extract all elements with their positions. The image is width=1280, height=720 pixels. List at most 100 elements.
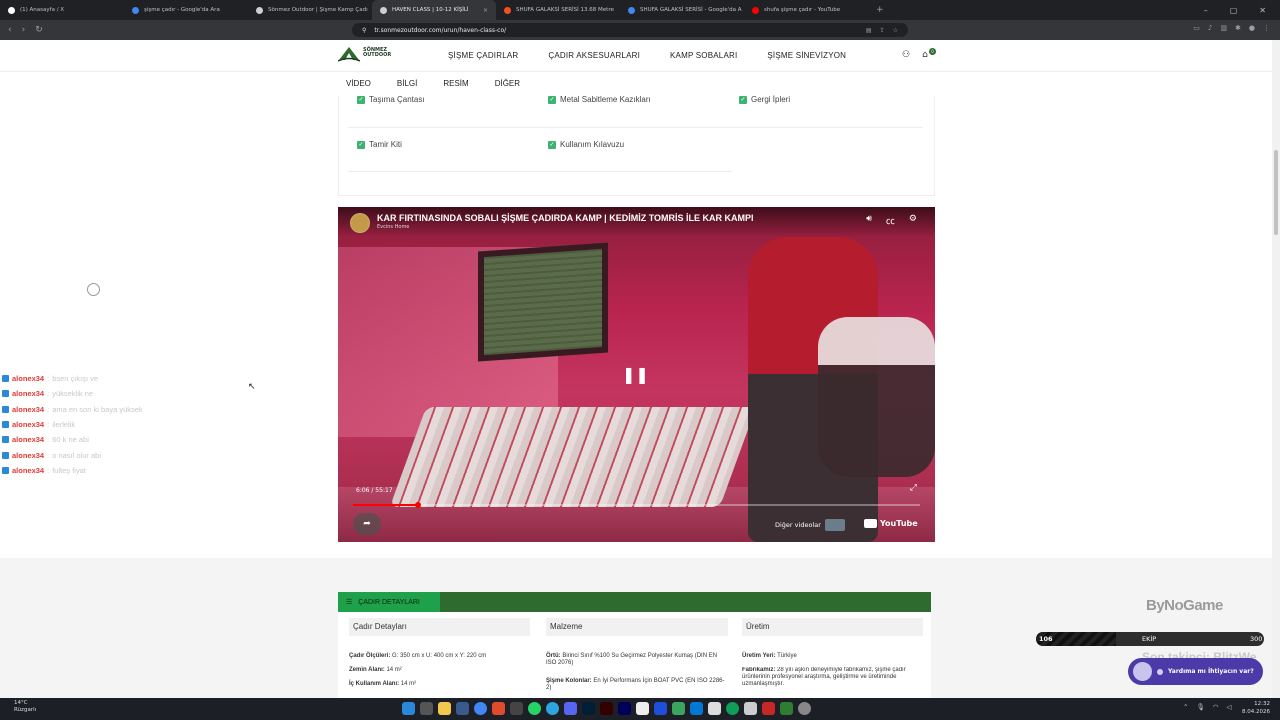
weather-widget[interactable]: 14°C Rüzgarlı xyxy=(14,700,36,714)
cart-icon[interactable]: ⌂ xyxy=(922,50,928,60)
obs-icon[interactable] xyxy=(636,702,649,715)
edge-icon[interactable] xyxy=(726,702,739,715)
new-tab-button[interactable]: + xyxy=(868,5,892,15)
nav-sisme-sinevizyon[interactable]: ŞİŞME SİNEVİZYON xyxy=(767,51,846,60)
subnav-bilgi[interactable]: BİLGİ xyxy=(397,79,417,88)
discord-icon[interactable] xyxy=(564,702,577,715)
menu-icon[interactable]: ⋮ xyxy=(1263,24,1270,32)
video-title[interactable]: KAR FIRTINASINDA SOBALI ŞİŞME ÇADIRDA KA… xyxy=(377,213,754,223)
subnav-diger[interactable]: DİĞER xyxy=(495,79,520,88)
recorder-icon[interactable] xyxy=(762,702,775,715)
mic-icon[interactable]: 🎙︎ xyxy=(1196,703,1204,711)
accessory-label: Metal Sabitleme Kazıkları xyxy=(560,95,651,104)
music-icon[interactable]: ♪ xyxy=(1208,24,1212,32)
share-icon[interactable]: ⇪ xyxy=(880,27,885,34)
chrome-icon[interactable] xyxy=(474,702,487,715)
help-chat-button[interactable]: Yardıma mı İhtiyacın var? xyxy=(1128,658,1263,685)
speaker-icon[interactable]: ◁ xyxy=(1226,703,1231,711)
minimize-icon[interactable]: – xyxy=(1204,6,1208,15)
address-bar[interactable]: ⚲ tr.sonmezoutdoor.com/urun/haven-class-… xyxy=(352,23,908,37)
nav-sisme-cadirlar[interactable]: ŞİŞME ÇADIRLAR xyxy=(448,51,518,60)
page-icon[interactable]: ▤ xyxy=(866,27,872,34)
fullscreen-icon[interactable]: ⤢ xyxy=(910,483,917,493)
browser-tab[interactable]: shufa şişme çadır - YouTube xyxy=(744,0,868,20)
profile-icon[interactable]: ● xyxy=(1249,24,1255,32)
nav-kamp-sobalari[interactable]: KAMP SOBALARI xyxy=(670,51,737,60)
close-tab-icon[interactable]: × xyxy=(483,7,488,14)
wifi-icon[interactable]: ◠ xyxy=(1213,703,1219,711)
task-view-icon[interactable] xyxy=(420,702,433,715)
share-arrow-icon[interactable]: ➦ xyxy=(353,513,381,535)
browser-tab[interactable]: şişme çadır - Google'da Ara xyxy=(124,0,248,20)
browser-tab[interactable]: SHUFA GALAKSİ SERİSİ - Google'da A xyxy=(620,0,744,20)
store-icon[interactable] xyxy=(456,702,469,715)
terminal-icon[interactable] xyxy=(744,702,757,715)
url-text: tr.sonmezoutdoor.com/urun/haven-class-co… xyxy=(374,26,507,34)
taskbar-clock[interactable]: 12:32 8.04.2026 xyxy=(1242,700,1270,716)
browser-tab[interactable]: HAVEN CLASS | 10-12 KİŞİLİ × xyxy=(372,0,496,20)
subnav-resim[interactable]: RESİM xyxy=(443,79,468,88)
youtube-logo[interactable]: YouTube xyxy=(864,519,918,528)
taskbar-apps xyxy=(402,702,811,715)
brave-icon[interactable] xyxy=(492,702,505,715)
channel-name[interactable]: Evcins Home xyxy=(377,224,409,230)
browser-tab-label: (1) Anasayfa / X xyxy=(20,7,65,13)
capcut-icon[interactable] xyxy=(654,702,667,715)
video-progress-bar[interactable] xyxy=(353,504,920,506)
weather-desc: Rüzgarlı xyxy=(14,707,37,713)
chat-username: alonex34 xyxy=(12,374,45,384)
browser-tab[interactable]: SHUFA GALAKSİ SERİSİ 13.68 Metre xyxy=(496,0,620,20)
tray-chevron-icon[interactable]: ⌃ xyxy=(1183,703,1188,711)
site-logo[interactable]: SÖNMEZ OUTDOOR xyxy=(338,44,391,62)
accessory-item: ✓ Tamir Kiti xyxy=(357,140,402,149)
telegram-icon[interactable] xyxy=(546,702,559,715)
checkbox-icon: ✓ xyxy=(548,140,556,149)
forward-icon[interactable]: › xyxy=(22,25,26,35)
details-tab[interactable]: ☰ ÇADIR DETAYLARI xyxy=(338,592,440,612)
scrollbar-thumb[interactable] xyxy=(1274,150,1278,235)
more-videos-button[interactable]: Diğer videolar xyxy=(775,519,845,531)
page-scrollbar[interactable] xyxy=(1272,40,1280,698)
settings-icon[interactable] xyxy=(798,702,811,715)
chat-line: alonex34: o nasıl olur abi xyxy=(2,447,143,462)
checkbox-icon: ✓ xyxy=(357,140,365,149)
photoshop-icon[interactable] xyxy=(582,702,595,715)
whatsapp-icon[interactable] xyxy=(528,702,541,715)
browser-tab[interactable]: (1) Anasayfa / X xyxy=(0,0,124,20)
pause-icon[interactable]: ❚❚ xyxy=(622,365,649,384)
reload-icon[interactable]: ↻ xyxy=(35,25,43,35)
subnav-video[interactable]: VİDEO xyxy=(346,79,371,88)
github-icon[interactable] xyxy=(510,702,523,715)
extensions-icon[interactable]: ✱ xyxy=(1235,24,1241,32)
online-status-icon xyxy=(1157,668,1163,675)
sidebar-icon[interactable]: ▥ xyxy=(1220,24,1227,32)
nav-cadir-aksesuarlari[interactable]: ÇADIR AKSESUARLARI xyxy=(548,51,640,60)
shield-icon[interactable] xyxy=(672,702,685,715)
start-windows-icon[interactable] xyxy=(402,702,415,715)
captions-icon[interactable]: ㏄ xyxy=(886,214,895,227)
nvidia-icon[interactable] xyxy=(780,702,793,715)
cast-icon[interactable]: ▭ xyxy=(1193,24,1200,32)
chat-platform-icon xyxy=(2,451,9,459)
accessory-label: Kullanım Kılavuzu xyxy=(560,140,625,149)
mouse-cursor-icon: ↖ xyxy=(248,382,256,392)
accessory-label: Taşıma Çantası xyxy=(369,95,425,104)
illustrator-icon[interactable] xyxy=(600,702,613,715)
user-icon[interactable]: ⚇ xyxy=(902,50,910,60)
premiere-icon[interactable] xyxy=(618,702,631,715)
youtube-video-player[interactable]: KAR FIRTINASINDA SOBALI ŞİŞME ÇADIRDA KA… xyxy=(338,207,935,542)
site-info-icon[interactable]: ⚲ xyxy=(362,27,366,34)
chat-line: alonex34: yükseklik ne xyxy=(2,386,143,401)
maximize-icon[interactable]: ▢ xyxy=(1230,6,1238,15)
back-icon[interactable]: ‹ xyxy=(8,25,12,35)
volume-icon[interactable]: 🔊︎ xyxy=(866,214,872,227)
browser-tab[interactable]: Sönmez Outdoor | Şişme Kamp Çadı xyxy=(248,0,372,20)
bookmark-icon[interactable]: ☆ xyxy=(893,27,898,34)
vscode-icon[interactable] xyxy=(690,702,703,715)
file-explorer-icon[interactable] xyxy=(438,702,451,715)
channel-avatar[interactable] xyxy=(350,213,370,233)
app-icon[interactable] xyxy=(708,702,721,715)
settings-gear-icon[interactable]: ⚙ xyxy=(909,214,917,227)
chat-message: fulteş fiyat xyxy=(52,465,86,475)
close-window-icon[interactable]: ✕ xyxy=(1259,6,1266,15)
